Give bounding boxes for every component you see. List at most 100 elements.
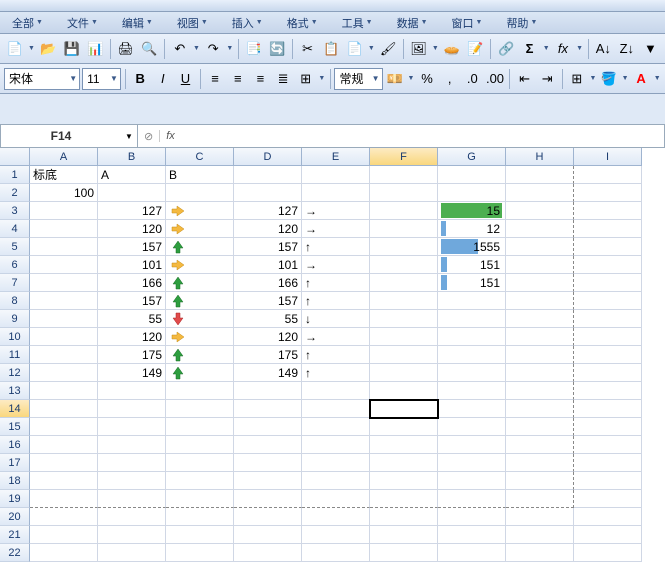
spreadsheet-grid[interactable]: ABCDEFGHI1标底AB21003127127→154120120→1251… bbox=[0, 148, 665, 562]
cell-A16[interactable] bbox=[30, 436, 98, 454]
cell-D11[interactable]: 175 bbox=[234, 346, 302, 364]
cell-G17[interactable] bbox=[438, 454, 506, 472]
column-header-A[interactable]: A bbox=[30, 148, 98, 166]
cell-B1[interactable]: A bbox=[98, 166, 166, 184]
underline-button[interactable]: U bbox=[175, 68, 196, 90]
cell-I10[interactable] bbox=[574, 328, 642, 346]
cell-B22[interactable] bbox=[98, 544, 166, 562]
row-header-3[interactable]: 3 bbox=[0, 202, 30, 220]
fx-icon[interactable]: fx bbox=[159, 130, 181, 142]
save-button[interactable]: 💾 bbox=[61, 38, 83, 60]
cell-C8[interactable] bbox=[166, 292, 234, 310]
cell-B13[interactable] bbox=[98, 382, 166, 400]
undo-dropdown[interactable]: ▼ bbox=[193, 45, 201, 52]
cell-E19[interactable] bbox=[302, 490, 370, 508]
comma-button[interactable]: , bbox=[439, 68, 460, 90]
cell-G7[interactable]: 151 bbox=[438, 274, 506, 292]
cell-D6[interactable]: 101 bbox=[234, 256, 302, 274]
cell-D9[interactable]: 55 bbox=[234, 310, 302, 328]
menu-format[interactable]: 格式▼ bbox=[279, 13, 326, 33]
name-box-dropdown[interactable]: ▼ bbox=[121, 125, 137, 147]
cell-A18[interactable] bbox=[30, 472, 98, 490]
function-dropdown[interactable]: ▼ bbox=[576, 45, 584, 52]
cell-A12[interactable] bbox=[30, 364, 98, 382]
cell-E10[interactable]: → bbox=[302, 328, 370, 346]
cell-I7[interactable] bbox=[574, 274, 642, 292]
italic-button[interactable]: I bbox=[153, 68, 174, 90]
row-header-15[interactable]: 15 bbox=[0, 418, 30, 436]
cell-H4[interactable] bbox=[506, 220, 574, 238]
increase-decimal-button[interactable]: .0 bbox=[462, 68, 483, 90]
cell-H19[interactable] bbox=[506, 490, 574, 508]
cell-F15[interactable] bbox=[370, 418, 438, 436]
cell-E5[interactable]: ↑ bbox=[302, 238, 370, 256]
cell-H1[interactable] bbox=[506, 166, 574, 184]
cell-H3[interactable] bbox=[506, 202, 574, 220]
menu-insert[interactable]: 插入▼ bbox=[224, 13, 271, 33]
cell-E13[interactable] bbox=[302, 382, 370, 400]
column-header-H[interactable]: H bbox=[506, 148, 574, 166]
cell-E18[interactable] bbox=[302, 472, 370, 490]
cell-I22[interactable] bbox=[574, 544, 642, 562]
borders-button[interactable]: ⊞ bbox=[567, 68, 588, 90]
cell-A6[interactable] bbox=[30, 256, 98, 274]
cell-C2[interactable] bbox=[166, 184, 234, 202]
pivot-button[interactable]: 📑 bbox=[243, 38, 265, 60]
cell-I16[interactable] bbox=[574, 436, 642, 454]
borders-dropdown[interactable]: ▼ bbox=[589, 75, 596, 82]
cell-D18[interactable] bbox=[234, 472, 302, 490]
formula-input[interactable] bbox=[181, 125, 664, 147]
cell-F12[interactable] bbox=[370, 364, 438, 382]
cell-B21[interactable] bbox=[98, 526, 166, 544]
cell-G4[interactable]: 12 bbox=[438, 220, 506, 238]
cell-B10[interactable]: 120 bbox=[98, 328, 166, 346]
row-header-14[interactable]: 14 bbox=[0, 400, 30, 418]
cell-F10[interactable] bbox=[370, 328, 438, 346]
cell-G18[interactable] bbox=[438, 472, 506, 490]
cell-A20[interactable] bbox=[30, 508, 98, 526]
menu-view[interactable]: 视图▼ bbox=[169, 13, 216, 33]
cell-C5[interactable] bbox=[166, 238, 234, 256]
row-header-11[interactable]: 11 bbox=[0, 346, 30, 364]
cell-D21[interactable] bbox=[234, 526, 302, 544]
cell-C19[interactable] bbox=[166, 490, 234, 508]
cell-C18[interactable] bbox=[166, 472, 234, 490]
cell-I21[interactable] bbox=[574, 526, 642, 544]
menu-help[interactable]: 帮助▼ bbox=[498, 13, 545, 33]
cell-D3[interactable]: 127 bbox=[234, 202, 302, 220]
cell-C4[interactable] bbox=[166, 220, 234, 238]
cell-G6[interactable]: 151 bbox=[438, 256, 506, 274]
cell-E8[interactable]: ↑ bbox=[302, 292, 370, 310]
cell-E17[interactable] bbox=[302, 454, 370, 472]
cell-E9[interactable]: ↓ bbox=[302, 310, 370, 328]
cell-A1[interactable]: 标底 bbox=[30, 166, 98, 184]
cell-A19[interactable] bbox=[30, 490, 98, 508]
cell-F1[interactable] bbox=[370, 166, 438, 184]
cell-A8[interactable] bbox=[30, 292, 98, 310]
cell-D19[interactable] bbox=[234, 490, 302, 508]
row-header-9[interactable]: 9 bbox=[0, 310, 30, 328]
cell-G9[interactable] bbox=[438, 310, 506, 328]
paste-dropdown[interactable]: ▼ bbox=[367, 45, 375, 52]
cell-I4[interactable] bbox=[574, 220, 642, 238]
cell-B19[interactable] bbox=[98, 490, 166, 508]
menu-file[interactable]: 文件▼ bbox=[59, 13, 106, 33]
cell-I13[interactable] bbox=[574, 382, 642, 400]
cell-D20[interactable] bbox=[234, 508, 302, 526]
new-button[interactable]: 📄 bbox=[4, 38, 26, 60]
textbox-button[interactable]: 📝 bbox=[465, 38, 487, 60]
cell-D13[interactable] bbox=[234, 382, 302, 400]
number-format-select[interactable]: 常规▼ bbox=[334, 68, 382, 90]
cell-H12[interactable] bbox=[506, 364, 574, 382]
cell-E21[interactable] bbox=[302, 526, 370, 544]
cell-I6[interactable] bbox=[574, 256, 642, 274]
cell-G22[interactable] bbox=[438, 544, 506, 562]
cell-H21[interactable] bbox=[506, 526, 574, 544]
cell-I5[interactable] bbox=[574, 238, 642, 256]
cell-B4[interactable]: 120 bbox=[98, 220, 166, 238]
cell-F18[interactable] bbox=[370, 472, 438, 490]
cell-F6[interactable] bbox=[370, 256, 438, 274]
cell-B17[interactable] bbox=[98, 454, 166, 472]
cell-F21[interactable] bbox=[370, 526, 438, 544]
column-header-D[interactable]: D bbox=[234, 148, 302, 166]
